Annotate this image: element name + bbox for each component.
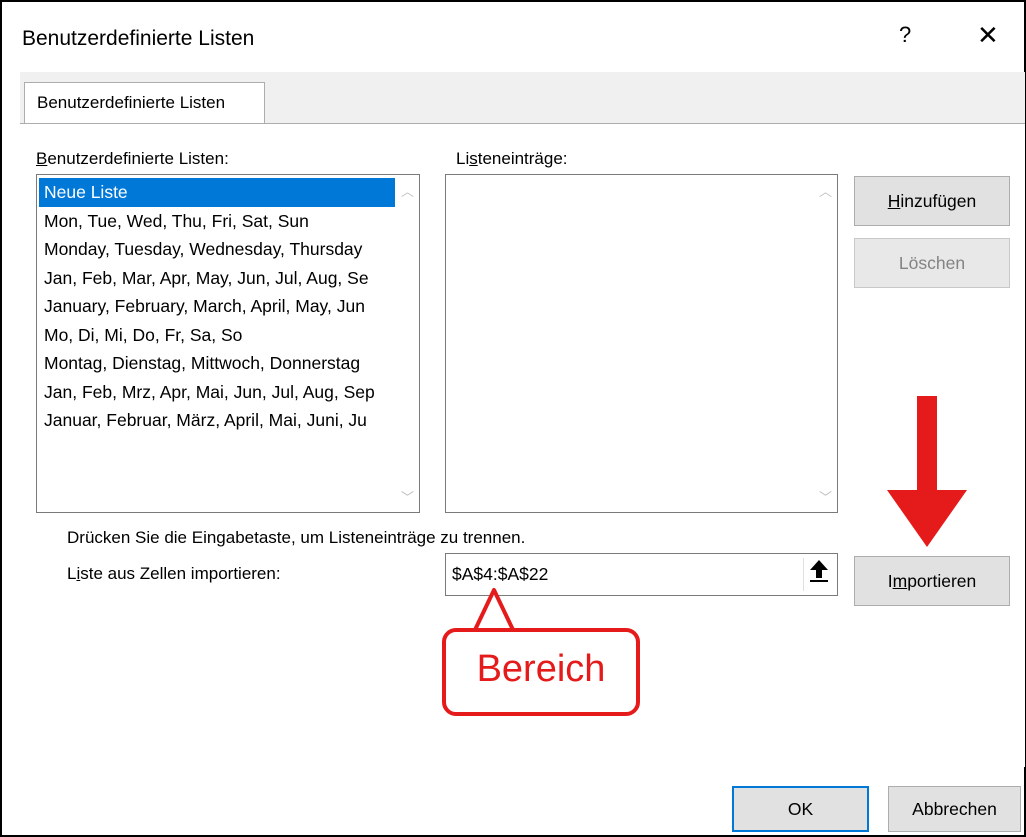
list-item[interactable]: Neue Liste — [39, 178, 395, 207]
list-item[interactable]: January, February, March, April, May, Ju… — [39, 292, 395, 321]
import-button[interactable]: Importieren — [854, 556, 1010, 606]
range-picker-button[interactable] — [803, 558, 834, 591]
dialog-title: Benutzerdefinierte Listen — [22, 27, 255, 50]
range-value: $A$4:$A$22 — [452, 564, 549, 584]
import-label: Liste aus Zellen importieren: — [67, 564, 281, 583]
list-item[interactable]: Jan, Feb, Mar, Apr, May, Jun, Jul, Aug, … — [39, 264, 395, 293]
list-entries-label: Listeneinträge: — [456, 149, 568, 168]
list-items: Neue Liste Mon, Tue, Wed, Thu, Fri, Sat, … — [39, 178, 395, 435]
entries-scrollbar[interactable]: ︿ ﹀ — [814, 175, 837, 512]
help-button[interactable]: ? — [899, 22, 911, 48]
scroll-up-icon[interactable]: ︿ — [819, 181, 832, 200]
tab-custom-lists[interactable]: Benutzerdefinierte Listen — [24, 82, 265, 124]
scroll-up-icon[interactable]: ︿ — [401, 181, 414, 200]
scroll-down-icon[interactable]: ﹀ — [819, 487, 832, 506]
list-item[interactable]: Januar, Februar, März, April, Mai, Juni,… — [39, 406, 395, 435]
red-arrow-annotation — [887, 396, 967, 547]
list-item[interactable]: Monday, Tuesday, Wednesday, Thursday — [39, 235, 395, 264]
custom-lists-listbox[interactable]: Neue Liste Mon, Tue, Wed, Thu, Fri, Sat, … — [36, 174, 420, 513]
list-entries-textarea[interactable]: ︿ ﹀ — [445, 174, 838, 513]
callout-text: Bereich — [476, 648, 606, 690]
title-bar: Benutzerdefinierte Listen ? ✕ — [2, 2, 1024, 72]
separator-hint: Drücken Sie die Eingabetaste, um Listene… — [67, 528, 526, 547]
listbox-scrollbar[interactable]: ︿ ﹀ — [396, 175, 419, 512]
range-callout: Bereich — [442, 628, 640, 716]
list-item[interactable]: Mon, Tue, Wed, Thu, Fri, Sat, Sun — [39, 207, 395, 236]
ok-button[interactable]: OK — [732, 786, 869, 832]
add-button[interactable]: Hinzufügen — [854, 176, 1010, 226]
custom-lists-label: Benutzerdefinierte Listen: — [36, 149, 229, 168]
list-item[interactable]: Montag, Dienstag, Mittwoch, Donnerstag — [39, 349, 395, 378]
custom-lists-dialog: Benutzerdefinierte Listen ? ✕ Benutzerde… — [0, 0, 1026, 837]
list-item[interactable]: Mo, Di, Mi, Do, Fr, Sa, So — [39, 321, 395, 350]
delete-button: Löschen — [854, 238, 1010, 288]
scroll-down-icon[interactable]: ﹀ — [401, 487, 414, 506]
list-item[interactable]: Jan, Feb, Mrz, Apr, Mai, Jun, Jul, Aug, … — [39, 378, 395, 407]
close-button[interactable]: ✕ — [977, 20, 999, 51]
collapse-dialog-icon — [810, 560, 828, 582]
cancel-button[interactable]: Abbrechen — [888, 786, 1021, 832]
